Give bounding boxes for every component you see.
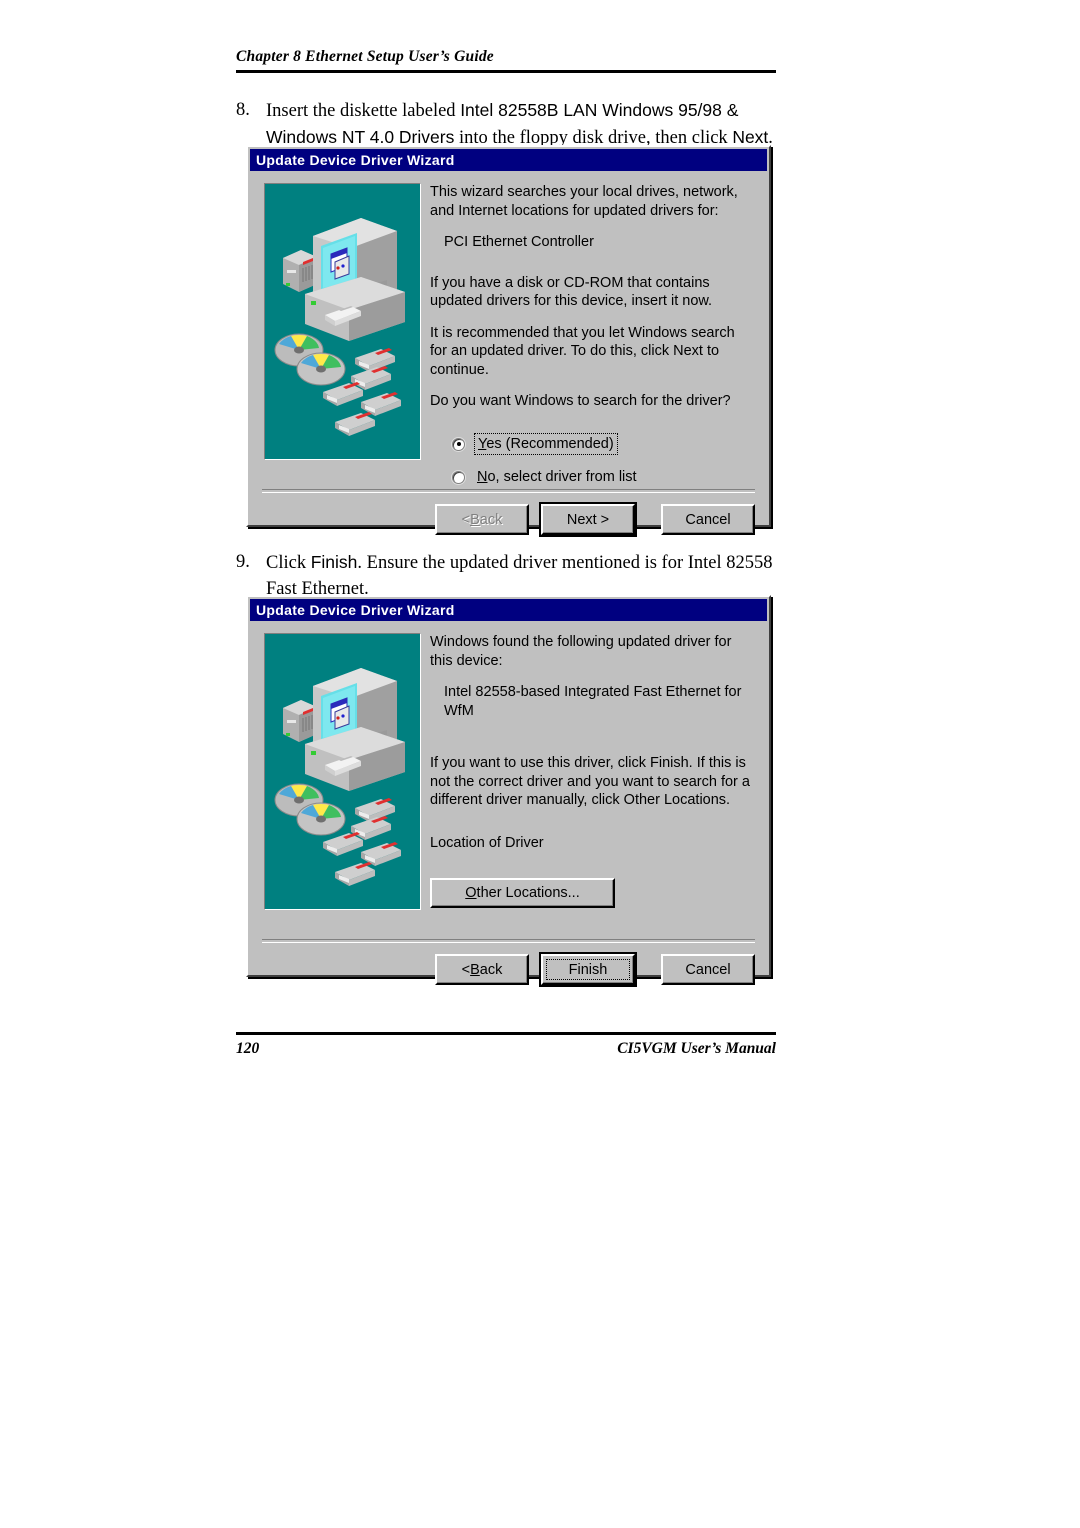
dialog-1-separator — [262, 489, 755, 493]
dialog-2-body: Windows found the following updated driv… — [248, 621, 769, 987]
page-footer: 120 CI5VGM User’s Manual — [236, 1028, 776, 1058]
next-button[interactable]: Next > — [539, 502, 637, 537]
dialog-1-paragraph-2: If you have a disk or CD-ROM that contai… — [430, 274, 713, 310]
dialog-2-content: Windows found the following updated driv… — [430, 633, 755, 909]
radio-yes-label: Yes (Recommended) — [474, 432, 618, 456]
dialog-1-device-name: PCI Ethernet Controller — [444, 234, 594, 251]
cd-disc-icon-2 — [296, 352, 346, 386]
dialog-1-paragraph-3: It is recommended that you let Windows s… — [430, 324, 735, 378]
dialog-2-title: Update Device Driver Wizard — [256, 602, 455, 618]
step-8-text-1: Insert the diskette labeled — [266, 101, 461, 121]
radio-no-label: No, select driver from list — [477, 469, 637, 486]
update-device-driver-wizard-dialog-1[interactable]: Update Device Driver Wizard This wizard … — [246, 145, 771, 537]
step-9-number: 9. — [236, 552, 250, 572]
footer-rule — [236, 1032, 776, 1035]
update-device-driver-wizard-dialog-2[interactable]: Update Device Driver Wizard Windows foun… — [246, 595, 771, 987]
cancel-button-2[interactable]: Cancel — [661, 954, 755, 985]
footer-manual-title: CI5VGM User’s Manual — [617, 1040, 776, 1057]
step-8-emphasis-2: Next — [732, 126, 769, 147]
radio-no-indicator[interactable] — [452, 471, 465, 485]
computer-and-media-illustration-2 — [265, 634, 418, 907]
dialog-2-paragraph-2: If you want to use this driver, click Fi… — [430, 755, 750, 809]
back-button[interactable]: < Back — [435, 504, 529, 535]
dialog-2-separator — [262, 939, 755, 943]
cd-disc-icon-4 — [296, 802, 346, 836]
page-header: Chapter 8 Ethernet Setup User’s Guide — [236, 48, 776, 73]
dialog-1-body: This wizard searches your local drives, … — [248, 171, 769, 537]
back-button-2[interactable]: < Back — [435, 954, 529, 985]
dialog-2-illustration — [264, 633, 421, 910]
footer-page-number: 120 — [236, 1040, 260, 1057]
step-8-number: 8. — [236, 100, 250, 120]
page-header-text: Chapter 8 Ethernet Setup User’s Guide — [236, 48, 494, 65]
radio-yes-indicator[interactable] — [452, 437, 465, 451]
step-9-text-1: Click — [266, 553, 311, 573]
step-8-body: Insert the diskette labeled Intel 82558B… — [266, 98, 776, 151]
computer-and-media-illustration — [265, 184, 418, 457]
dialog-2-button-row: < Back Finish Cancel — [435, 952, 755, 987]
dialog-1-content: This wizard searches your local drives, … — [430, 183, 755, 500]
dialog-2-titlebar[interactable]: Update Device Driver Wizard — [250, 599, 767, 621]
step-8: 8. Insert the diskette labeled Intel 825… — [236, 98, 776, 151]
dialog-1-title: Update Device Driver Wizard — [256, 152, 455, 168]
other-locations-button[interactable]: Other Locations... — [430, 878, 615, 909]
dialog-2-paragraph-1: Windows found the following updated driv… — [430, 634, 732, 669]
dialog-2-driver-name: Intel 82558-based Integrated Fast Ethern… — [444, 684, 742, 719]
finish-button[interactable]: Finish — [539, 952, 637, 987]
dialog-1-illustration — [264, 183, 421, 460]
finish-focus-rect — [546, 959, 630, 980]
step-9-emphasis-1: Finish — [310, 552, 358, 572]
radio-no-select-from-list[interactable]: No, select driver from list — [452, 467, 755, 488]
radio-yes-recommended[interactable]: Yes (Recommended) — [452, 432, 755, 456]
dialog-2-location-label: Location of Driver — [430, 834, 544, 851]
dialog-1-question: Do you want Windows to search for the dr… — [430, 393, 731, 410]
header-rule — [236, 70, 776, 73]
dialog-1-paragraph-1: This wizard searches your local drives, … — [430, 184, 738, 219]
dialog-1-titlebar[interactable]: Update Device Driver Wizard — [250, 149, 767, 171]
cancel-button[interactable]: Cancel — [661, 504, 755, 535]
dialog-1-button-row: < Back Next > Cancel — [435, 502, 755, 537]
